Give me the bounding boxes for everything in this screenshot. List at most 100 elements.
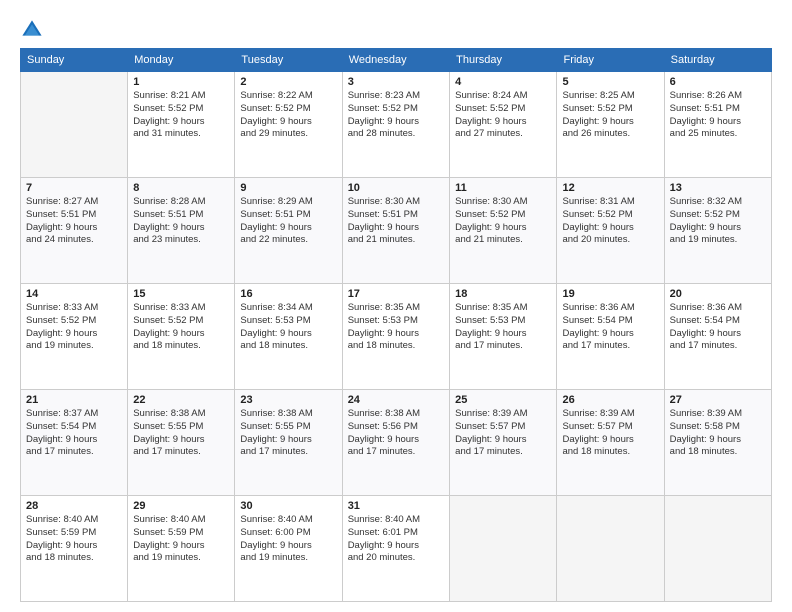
calendar-cell: 23 Sunrise: 8:38 AMSunset: 5:55 PMDayligh… <box>235 390 342 496</box>
calendar-cell <box>664 496 771 602</box>
calendar-cell: 20 Sunrise: 8:36 AMSunset: 5:54 PMDayligh… <box>664 284 771 390</box>
day-info: Sunrise: 8:39 AMSunset: 5:57 PMDaylight:… <box>455 408 551 459</box>
day-number: 31 <box>348 500 444 512</box>
day-number: 10 <box>348 182 444 194</box>
day-number: 16 <box>240 288 336 300</box>
calendar-cell: 18Sunrise: 8:35 AMSunset: 5:53 PMDayligh… <box>450 284 557 390</box>
day-number: 9 <box>240 182 336 194</box>
calendar-cell: 26 Sunrise: 8:39 AMSunset: 5:57 PMDayligh… <box>557 390 664 496</box>
calendar-cell: 5 Sunrise: 8:25 AMSunset: 5:52 PMDaylight… <box>557 72 664 178</box>
day-number: 26 <box>562 394 658 406</box>
day-number: 23 <box>240 394 336 406</box>
day-number: 3 <box>348 76 444 88</box>
day-number: 8 <box>133 182 229 194</box>
calendar-week-row: 14 Sunrise: 8:33 AMSunset: 5:52 PMDayligh… <box>21 284 772 390</box>
calendar-cell: 3 Sunrise: 8:23 AMSunset: 5:52 PMDaylight… <box>342 72 449 178</box>
day-number: 17 <box>348 288 444 300</box>
day-info: Sunrise: 8:30 AMSunset: 5:52 PMDaylight:… <box>455 196 551 247</box>
day-info: Sunrise: 8:27 AMSunset: 5:51 PMDaylight:… <box>26 196 122 247</box>
calendar-cell: 16 Sunrise: 8:34 AMSunset: 5:53 PMDayligh… <box>235 284 342 390</box>
calendar-cell: 17Sunrise: 8:35 AMSunset: 5:53 PMDayligh… <box>342 284 449 390</box>
day-info: Sunrise: 8:35 AMSunset: 5:53 PMDaylight:… <box>455 302 551 353</box>
day-number: 4 <box>455 76 551 88</box>
day-number: 28 <box>26 500 122 512</box>
weekday-thursday: Thursday <box>450 49 557 72</box>
day-info: Sunrise: 8:34 AMSunset: 5:53 PMDaylight:… <box>240 302 336 353</box>
day-info: Sunrise: 8:21 AMSunset: 5:52 PMDaylight:… <box>133 90 229 141</box>
day-info: Sunrise: 8:24 AMSunset: 5:52 PMDaylight:… <box>455 90 551 141</box>
day-info: Sunrise: 8:23 AMSunset: 5:52 PMDaylight:… <box>348 90 444 141</box>
day-info: Sunrise: 8:40 AMSunset: 5:59 PMDaylight:… <box>26 514 122 565</box>
day-number: 20 <box>670 288 766 300</box>
day-info: Sunrise: 8:32 AMSunset: 5:52 PMDaylight:… <box>670 196 766 247</box>
day-info: Sunrise: 8:40 AMSunset: 6:00 PMDaylight:… <box>240 514 336 565</box>
day-info: Sunrise: 8:38 AMSunset: 5:55 PMDaylight:… <box>240 408 336 459</box>
calendar-cell: 9 Sunrise: 8:29 AMSunset: 5:51 PMDaylight… <box>235 178 342 284</box>
logo <box>20 18 48 42</box>
calendar-cell: 8 Sunrise: 8:28 AMSunset: 5:51 PMDaylight… <box>128 178 235 284</box>
day-number: 30 <box>240 500 336 512</box>
day-number: 7 <box>26 182 122 194</box>
day-number: 11 <box>455 182 551 194</box>
weekday-monday: Monday <box>128 49 235 72</box>
day-number: 29 <box>133 500 229 512</box>
day-info: Sunrise: 8:39 AMSunset: 5:57 PMDaylight:… <box>562 408 658 459</box>
calendar-cell: 14Sunrise: 8:33 AMSunset: 5:52 PMDayligh… <box>21 284 128 390</box>
calendar-cell: 31 Sunrise: 8:40 AMSunset: 6:01 PMDayligh… <box>342 496 449 602</box>
calendar-cell: 2 Sunrise: 8:22 AMSunset: 5:52 PMDaylight… <box>235 72 342 178</box>
calendar-cell: 7 Sunrise: 8:27 AMSunset: 5:51 PMDaylight… <box>21 178 128 284</box>
day-number: 27 <box>670 394 766 406</box>
day-number: 1 <box>133 76 229 88</box>
calendar-cell: 15 Sunrise: 8:33 AMSunset: 5:52 PMDayligh… <box>128 284 235 390</box>
calendar-cell: 13 Sunrise: 8:32 AMSunset: 5:52 PMDayligh… <box>664 178 771 284</box>
logo-icon <box>20 18 44 42</box>
weekday-saturday: Saturday <box>664 49 771 72</box>
page: SundayMondayTuesdayWednesdayThursdayFrid… <box>0 0 792 612</box>
day-info: Sunrise: 8:38 AMSunset: 5:55 PMDaylight:… <box>133 408 229 459</box>
calendar-cell: 30 Sunrise: 8:40 AMSunset: 6:00 PMDayligh… <box>235 496 342 602</box>
day-number: 13 <box>670 182 766 194</box>
day-info: Sunrise: 8:29 AMSunset: 5:51 PMDaylight:… <box>240 196 336 247</box>
day-info: Sunrise: 8:26 AMSunset: 5:51 PMDaylight:… <box>670 90 766 141</box>
day-info: Sunrise: 8:25 AMSunset: 5:52 PMDaylight:… <box>562 90 658 141</box>
day-number: 21 <box>26 394 122 406</box>
day-info: Sunrise: 8:31 AMSunset: 5:52 PMDaylight:… <box>562 196 658 247</box>
calendar-week-row: 7 Sunrise: 8:27 AMSunset: 5:51 PMDaylight… <box>21 178 772 284</box>
calendar-cell <box>21 72 128 178</box>
calendar-cell: 21Sunrise: 8:37 AMSunset: 5:54 PMDayligh… <box>21 390 128 496</box>
calendar-cell: 24Sunrise: 8:38 AMSunset: 5:56 PMDayligh… <box>342 390 449 496</box>
day-number: 2 <box>240 76 336 88</box>
calendar-table: SundayMondayTuesdayWednesdayThursdayFrid… <box>20 48 772 602</box>
calendar-cell: 4 Sunrise: 8:24 AMSunset: 5:52 PMDaylight… <box>450 72 557 178</box>
day-info: Sunrise: 8:39 AMSunset: 5:58 PMDaylight:… <box>670 408 766 459</box>
calendar-cell: 25 Sunrise: 8:39 AMSunset: 5:57 PMDayligh… <box>450 390 557 496</box>
day-number: 15 <box>133 288 229 300</box>
calendar-week-row: 21Sunrise: 8:37 AMSunset: 5:54 PMDayligh… <box>21 390 772 496</box>
day-info: Sunrise: 8:28 AMSunset: 5:51 PMDaylight:… <box>133 196 229 247</box>
weekday-tuesday: Tuesday <box>235 49 342 72</box>
calendar-cell <box>557 496 664 602</box>
calendar-cell: 19Sunrise: 8:36 AMSunset: 5:54 PMDayligh… <box>557 284 664 390</box>
calendar-week-row: 28 Sunrise: 8:40 AMSunset: 5:59 PMDayligh… <box>21 496 772 602</box>
day-number: 25 <box>455 394 551 406</box>
weekday-header-row: SundayMondayTuesdayWednesdayThursdayFrid… <box>21 49 772 72</box>
day-number: 5 <box>562 76 658 88</box>
calendar-cell: 12Sunrise: 8:31 AMSunset: 5:52 PMDayligh… <box>557 178 664 284</box>
day-info: Sunrise: 8:36 AMSunset: 5:54 PMDaylight:… <box>670 302 766 353</box>
day-number: 14 <box>26 288 122 300</box>
day-number: 22 <box>133 394 229 406</box>
header <box>20 18 772 42</box>
calendar-cell: 29Sunrise: 8:40 AMSunset: 5:59 PMDayligh… <box>128 496 235 602</box>
calendar-cell: 28 Sunrise: 8:40 AMSunset: 5:59 PMDayligh… <box>21 496 128 602</box>
day-info: Sunrise: 8:22 AMSunset: 5:52 PMDaylight:… <box>240 90 336 141</box>
day-info: Sunrise: 8:33 AMSunset: 5:52 PMDaylight:… <box>133 302 229 353</box>
day-number: 19 <box>562 288 658 300</box>
calendar-cell: 22 Sunrise: 8:38 AMSunset: 5:55 PMDayligh… <box>128 390 235 496</box>
calendar-cell <box>450 496 557 602</box>
calendar-cell: 10 Sunrise: 8:30 AMSunset: 5:51 PMDayligh… <box>342 178 449 284</box>
day-number: 24 <box>348 394 444 406</box>
day-info: Sunrise: 8:40 AMSunset: 6:01 PMDaylight:… <box>348 514 444 565</box>
calendar-cell: 27 Sunrise: 8:39 AMSunset: 5:58 PMDayligh… <box>664 390 771 496</box>
day-info: Sunrise: 8:30 AMSunset: 5:51 PMDaylight:… <box>348 196 444 247</box>
day-number: 6 <box>670 76 766 88</box>
